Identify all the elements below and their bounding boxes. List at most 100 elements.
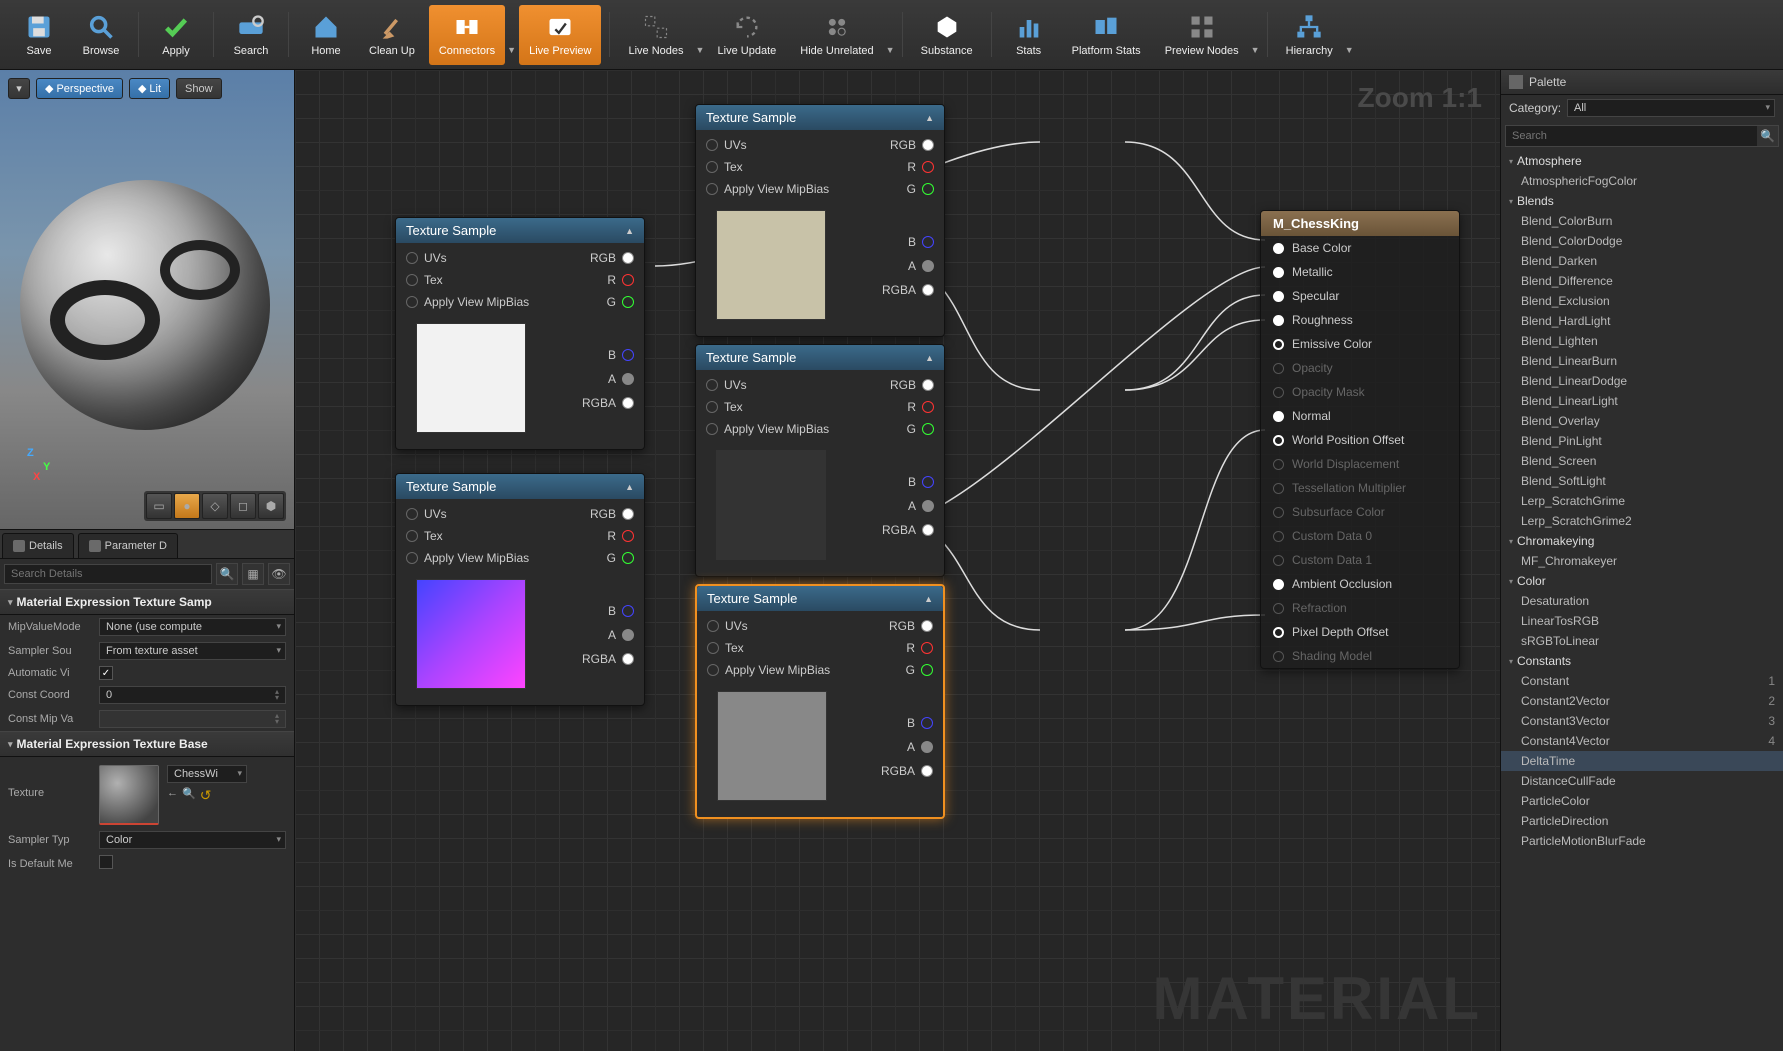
shape-cylinder-button[interactable]: ▭	[146, 493, 172, 519]
texture-sample-node-1[interactable]: Texture Sample▲UVsRGBTexRApply View MipB…	[695, 104, 945, 337]
details-search-input[interactable]	[4, 564, 212, 584]
palette-item-lineartosrgb[interactable]: LinearTosRGB	[1501, 611, 1783, 631]
palette-item-lerp_scratchgrime[interactable]: Lerp_ScratchGrime	[1501, 491, 1783, 511]
pin-tex[interactable]: Tex	[707, 641, 744, 655]
toolbar-preview-nodes-button[interactable]: Preview Nodes	[1155, 5, 1249, 65]
node-header[interactable]: Texture Sample▲	[696, 345, 944, 370]
pin-b[interactable]: B	[608, 604, 634, 618]
palette-category-blends[interactable]: Blends	[1501, 191, 1783, 211]
isdefaultmesh-checkbox[interactable]	[99, 855, 113, 869]
output-pin-metallic[interactable]: Metallic	[1261, 260, 1459, 284]
toolbar-hierarchy-button[interactable]: Hierarchy	[1276, 5, 1343, 65]
parameter-defaults-tab[interactable]: Parameter D	[78, 533, 178, 558]
palette-category-color[interactable]: Color	[1501, 571, 1783, 591]
texture-sample-node-0[interactable]: Texture Sample▲UVsRGBTexRApply View MipB…	[395, 217, 645, 450]
toolbar-platform-stats-button[interactable]: Platform Stats	[1062, 5, 1151, 65]
details-matrix-button[interactable]: ▦	[242, 563, 264, 585]
automaticview-checkbox[interactable]	[99, 666, 113, 680]
node-header[interactable]: Texture Sample▲	[396, 218, 644, 243]
pin-uvs[interactable]: UVs	[707, 619, 748, 633]
palette-item-blend_darken[interactable]: Blend_Darken	[1501, 251, 1783, 271]
palette-item-constant[interactable]: Constant1	[1501, 671, 1783, 691]
pin-a[interactable]: A	[608, 372, 634, 386]
toolbar-browse-button[interactable]: Browse	[72, 5, 130, 65]
constcoord-input[interactable]: 0▴▾	[99, 686, 286, 704]
palette-category-constants[interactable]: Constants	[1501, 651, 1783, 671]
toolbar-substance-button[interactable]: Substance	[911, 5, 983, 65]
pin-rgba[interactable]: RGBA	[882, 283, 934, 297]
perspective-button[interactable]: ◆ Perspective	[36, 78, 123, 99]
toolbar-connectors-arrow[interactable]: ▼	[507, 5, 517, 65]
palette-item-particlecolor[interactable]: ParticleColor	[1501, 791, 1783, 811]
node-header[interactable]: Texture Sample▲	[396, 474, 644, 499]
toolbar-live-nodes-arrow[interactable]: ▼	[696, 5, 706, 65]
toolbar-connectors-button[interactable]: Connectors	[429, 5, 505, 65]
details-tab[interactable]: Details	[2, 533, 74, 558]
pin-g[interactable]: G	[906, 663, 933, 677]
pin-mipbias[interactable]: Apply View MipBias	[707, 663, 830, 677]
collapse-icon[interactable]: ▲	[625, 482, 634, 492]
pin-tex[interactable]: Tex	[706, 160, 743, 174]
output-pin-pixel-depth-offset[interactable]: Pixel Depth Offset	[1261, 620, 1459, 644]
palette-item-blend_lighten[interactable]: Blend_Lighten	[1501, 331, 1783, 351]
pin-b[interactable]: B	[907, 716, 933, 730]
details-search-button[interactable]: 🔍	[216, 563, 238, 585]
pin-mipbias[interactable]: Apply View MipBias	[406, 295, 529, 309]
toolbar-stats-button[interactable]: Stats	[1000, 5, 1058, 65]
palette-item-constant2vector[interactable]: Constant2Vector2	[1501, 691, 1783, 711]
samplersource-dropdown[interactable]: From texture asset	[99, 642, 286, 660]
material-output-node[interactable]: M_ChessKing Base ColorMetallicSpecularRo…	[1260, 210, 1460, 669]
texture-reset-button[interactable]: ↺	[200, 787, 212, 804]
pin-tex[interactable]: Tex	[406, 273, 443, 287]
palette-item-distancecullfade[interactable]: DistanceCullFade	[1501, 771, 1783, 791]
mipvaluemode-dropdown[interactable]: None (use compute	[99, 618, 286, 636]
node-header[interactable]: Texture Sample▲	[697, 586, 943, 611]
pin-a[interactable]: A	[908, 259, 934, 273]
palette-item-blend_lineardodge[interactable]: Blend_LinearDodge	[1501, 371, 1783, 391]
pin-rgb[interactable]: RGB	[889, 619, 933, 633]
palette-item-blend_difference[interactable]: Blend_Difference	[1501, 271, 1783, 291]
palette-header[interactable]: Palette	[1501, 70, 1783, 95]
viewport-options-button[interactable]: ▾	[8, 78, 30, 99]
details-eye-button[interactable]: 👁	[268, 563, 290, 585]
pin-b[interactable]: B	[908, 235, 934, 249]
collapse-icon[interactable]: ▲	[924, 594, 933, 604]
palette-item-blend_softlight[interactable]: Blend_SoftLight	[1501, 471, 1783, 491]
node-header[interactable]: Texture Sample▲	[696, 105, 944, 130]
output-pin-specular[interactable]: Specular	[1261, 284, 1459, 308]
shape-cube-button[interactable]: ◻	[230, 493, 256, 519]
output-pin-world-position-offset[interactable]: World Position Offset	[1261, 428, 1459, 452]
pin-uvs[interactable]: UVs	[706, 378, 747, 392]
toolbar-hierarchy-arrow[interactable]: ▼	[1345, 5, 1355, 65]
pin-a[interactable]: A	[908, 499, 934, 513]
pin-mipbias[interactable]: Apply View MipBias	[706, 422, 829, 436]
palette-item-srgbtolinear[interactable]: sRGBToLinear	[1501, 631, 1783, 651]
palette-item-blend_pinlight[interactable]: Blend_PinLight	[1501, 431, 1783, 451]
palette-item-blend_hardlight[interactable]: Blend_HardLight	[1501, 311, 1783, 331]
output-pin-base-color[interactable]: Base Color	[1261, 236, 1459, 260]
palette-item-constant3vector[interactable]: Constant3Vector3	[1501, 711, 1783, 731]
palette-item-lerp_scratchgrime2[interactable]: Lerp_ScratchGrime2	[1501, 511, 1783, 531]
shape-plane-button[interactable]: ◇	[202, 493, 228, 519]
output-pin-ambient-occlusion[interactable]: Ambient Occlusion	[1261, 572, 1459, 596]
category-dropdown[interactable]: All	[1567, 99, 1775, 117]
pin-rgba[interactable]: RGBA	[582, 652, 634, 666]
pin-rgb[interactable]: RGB	[890, 138, 934, 152]
texture-find-button[interactable]: 🔍	[182, 787, 196, 804]
output-pin-normal[interactable]: Normal	[1261, 404, 1459, 428]
toolbar-home-button[interactable]: Home	[297, 5, 355, 65]
pin-b[interactable]: B	[608, 348, 634, 362]
palette-category-chromakeying[interactable]: Chromakeying	[1501, 531, 1783, 551]
palette-item-blend_colorburn[interactable]: Blend_ColorBurn	[1501, 211, 1783, 231]
output-pin-emissive-color[interactable]: Emissive Color	[1261, 332, 1459, 356]
toolbar-hide-unrelated-button[interactable]: Hide Unrelated	[790, 5, 883, 65]
palette-item-blend_exclusion[interactable]: Blend_Exclusion	[1501, 291, 1783, 311]
palette-item-atmosphericfogcolor[interactable]: AtmosphericFogColor	[1501, 171, 1783, 191]
pin-a[interactable]: A	[608, 628, 634, 642]
toolbar-hide-unrelated-arrow[interactable]: ▼	[886, 5, 896, 65]
palette-category-atmosphere[interactable]: Atmosphere	[1501, 151, 1783, 171]
pin-uvs[interactable]: UVs	[406, 507, 447, 521]
output-pin-roughness[interactable]: Roughness	[1261, 308, 1459, 332]
palette-item-blend_linearburn[interactable]: Blend_LinearBurn	[1501, 351, 1783, 371]
pin-tex[interactable]: Tex	[706, 400, 743, 414]
